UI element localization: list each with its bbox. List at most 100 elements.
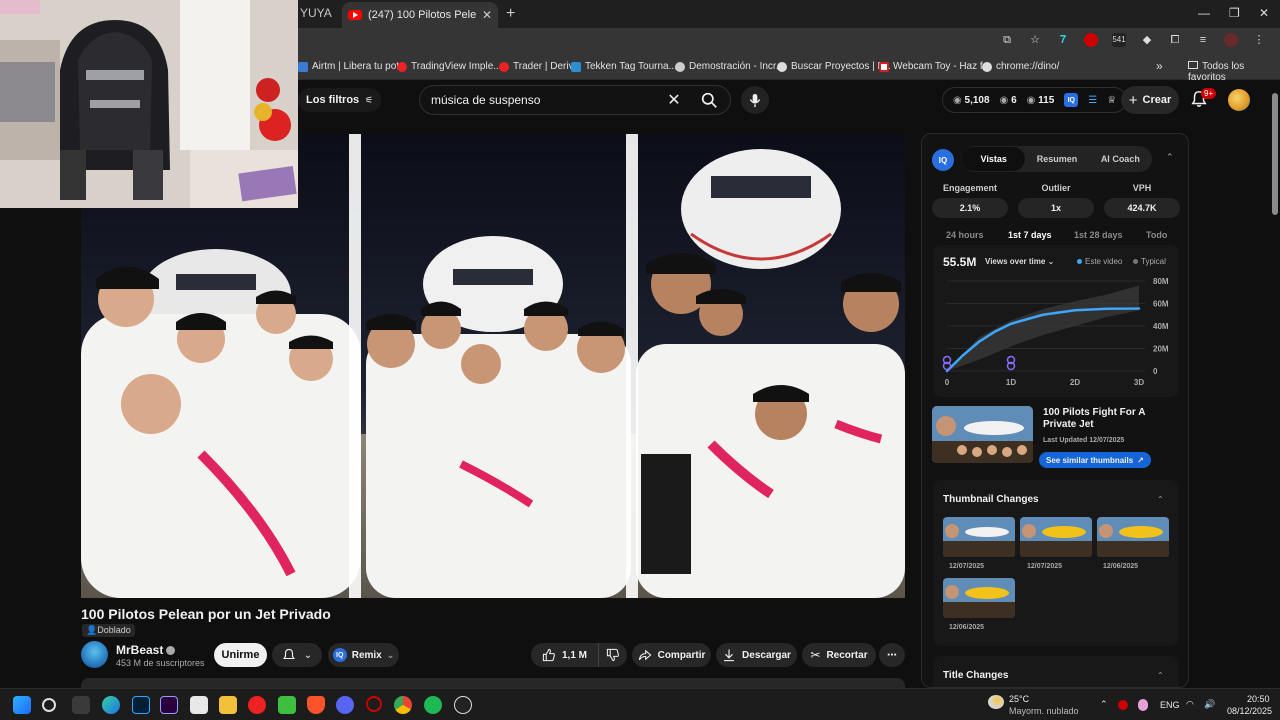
- bookmark-tradingview[interactable]: TradingView Imple...: [397, 61, 502, 72]
- thumbnail-version[interactable]: [943, 578, 1015, 618]
- range-all[interactable]: Todo: [1146, 230, 1167, 240]
- maximize-icon[interactable]: ❐: [1229, 6, 1240, 20]
- search-button[interactable]: [688, 86, 730, 114]
- extensions-puzzle-icon[interactable]: ⧠: [1168, 33, 1182, 47]
- thumbnail-version[interactable]: [1020, 517, 1092, 557]
- voice-search-button[interactable]: [741, 86, 769, 114]
- reading-list-icon[interactable]: ≡: [1196, 33, 1210, 47]
- webcam-image: [0, 0, 298, 208]
- bookmarks-overflow-icon[interactable]: »: [1156, 59, 1163, 73]
- range-first-7-days[interactable]: 1st 7 days: [1008, 230, 1052, 240]
- bookmark-airtm[interactable]: Airtm | Libera tu pot...: [298, 61, 407, 72]
- bookmark-webcamtoy[interactable]: Webcam Toy - Haz f...: [879, 61, 991, 72]
- microphone-tray-icon[interactable]: [1138, 699, 1148, 711]
- task-view-icon[interactable]: [72, 696, 90, 714]
- minimize-icon[interactable]: —: [1198, 6, 1210, 20]
- collapse-icon[interactable]: ⌃: [1157, 495, 1164, 504]
- minecraft-icon[interactable]: [278, 696, 296, 714]
- tab-vistas[interactable]: Vistas: [962, 147, 1026, 171]
- bookmark-deriv[interactable]: Trader | Deriv: [499, 61, 574, 72]
- file-explorer-icon[interactable]: [219, 696, 237, 714]
- tab-close-icon[interactable]: ✕: [482, 8, 492, 22]
- brave-icon[interactable]: [307, 696, 325, 714]
- clear-search-icon[interactable]: ✕: [660, 90, 688, 110]
- profile-icon[interactable]: [1224, 33, 1238, 47]
- keyboard-language[interactable]: ENG: [1160, 700, 1180, 710]
- deriv-icon: [397, 61, 407, 72]
- collapse-icon[interactable]: ⌃: [1157, 671, 1164, 680]
- see-similar-thumbnails-button[interactable]: See similar thumbnails ↗: [1039, 452, 1151, 468]
- clock-time[interactable]: 20:50: [1247, 694, 1270, 704]
- bookmark-proyectos[interactable]: Buscar Proyectos | F...: [777, 61, 891, 72]
- new-tab-icon[interactable]: +: [506, 5, 515, 23]
- start-icon[interactable]: [13, 696, 31, 714]
- tab-previous[interactable]: YUYA: [300, 6, 332, 20]
- user-avatar[interactable]: [1228, 89, 1250, 111]
- video-card-thumbnail[interactable]: [932, 406, 1033, 463]
- chrome-icon[interactable]: [394, 696, 412, 714]
- eye-icon: ◉: [1026, 94, 1039, 106]
- join-button[interactable]: Unirme: [214, 643, 267, 667]
- menu-kebab-icon[interactable]: ⋮: [1252, 33, 1266, 47]
- verified-icon: [166, 646, 176, 656]
- tab-resumen[interactable]: Resumen: [1025, 147, 1088, 171]
- extension-diamond-icon[interactable]: ◆: [1140, 33, 1154, 47]
- filters-button[interactable]: Los filtros ⚟: [298, 88, 382, 112]
- store-icon[interactable]: [190, 696, 208, 714]
- spotify-icon[interactable]: [424, 696, 442, 714]
- volume-icon[interactable]: 🔊: [1204, 699, 1215, 710]
- search-icon[interactable]: [42, 698, 56, 712]
- range-first-28-days[interactable]: 1st 28 days: [1074, 230, 1123, 240]
- page-scrollbar[interactable]: [1270, 81, 1280, 688]
- close-window-icon[interactable]: ✕: [1259, 6, 1269, 20]
- thumbs-down-icon: [606, 648, 619, 662]
- channel-avatar[interactable]: [81, 641, 108, 668]
- obs-icon[interactable]: [454, 696, 472, 714]
- bookmark-tekken[interactable]: Tekken Tag Tourna...: [571, 61, 677, 72]
- tab-ai-coach[interactable]: AI Coach: [1089, 147, 1152, 171]
- clip-button[interactable]: ✂ Recortar: [802, 643, 876, 667]
- metric-engagement-label: Engagement: [942, 183, 997, 193]
- all-bookmarks[interactable]: Todos los favoritos: [1188, 61, 1280, 83]
- thumbnail-version[interactable]: [1097, 517, 1169, 557]
- extension-counter-icon[interactable]: 541: [1112, 33, 1126, 47]
- scrollbar-thumb[interactable]: [1272, 93, 1278, 215]
- extension-tv-icon[interactable]: 𝟕: [1056, 33, 1070, 47]
- tray-overflow-icon[interactable]: ⌃: [1100, 699, 1108, 710]
- premiere-icon[interactable]: [160, 696, 178, 714]
- wifi-icon[interactable]: ◠: [1186, 699, 1194, 710]
- like-button[interactable]: 1,1 M: [531, 643, 599, 667]
- vidiq-stats-pill[interactable]: ◉ 5,108 ◉ 6 ◉ 115 IQ ☰ ♕: [942, 87, 1128, 113]
- cast-icon[interactable]: ⧉: [1000, 33, 1014, 47]
- airtm-icon: [298, 61, 308, 72]
- webcam-overlay: [0, 0, 298, 208]
- thumbnail-image: [932, 406, 1033, 463]
- search-input[interactable]: [431, 93, 660, 107]
- subscription-bell-button[interactable]: ⌄: [272, 643, 322, 667]
- download-button[interactable]: Descargar: [716, 643, 797, 667]
- app-red-circle-icon[interactable]: [366, 696, 382, 712]
- collapse-panel-icon[interactable]: ⌃: [1166, 152, 1174, 163]
- deriv-app-icon[interactable]: [248, 696, 266, 714]
- extension-red-icon[interactable]: [1084, 33, 1098, 47]
- create-button[interactable]: + Crear: [1121, 86, 1179, 114]
- thumbnail-version[interactable]: [943, 517, 1015, 557]
- remix-button[interactable]: IQ Remix ⌄: [328, 643, 399, 667]
- share-button[interactable]: Compartir: [632, 643, 711, 667]
- discord-icon[interactable]: [336, 696, 354, 714]
- bookmark-demo[interactable]: Demostración - Incr...: [675, 61, 784, 72]
- clock-date[interactable]: 08/12/2025: [1227, 706, 1272, 716]
- thumbs-up-icon: [542, 648, 555, 662]
- range-24-hours[interactable]: 24 hours: [946, 230, 984, 240]
- bookmark-dino[interactable]: chrome://dino/: [982, 61, 1059, 72]
- more-actions-button[interactable]: ⋯: [879, 643, 905, 667]
- dislike-button[interactable]: [599, 643, 627, 667]
- edge-icon[interactable]: [102, 696, 120, 714]
- tab-active[interactable]: (247) 100 Pilotos Pelean por un ✕: [342, 2, 498, 28]
- channel-name[interactable]: MrBeast: [116, 643, 176, 657]
- tray-app-icon[interactable]: [1118, 700, 1128, 710]
- photoshop-icon[interactable]: [132, 696, 150, 714]
- star-icon[interactable]: ☆: [1028, 33, 1042, 47]
- chart-metric-select[interactable]: Views over time ⌄: [985, 257, 1054, 266]
- external-link-icon: ↗: [1137, 455, 1144, 465]
